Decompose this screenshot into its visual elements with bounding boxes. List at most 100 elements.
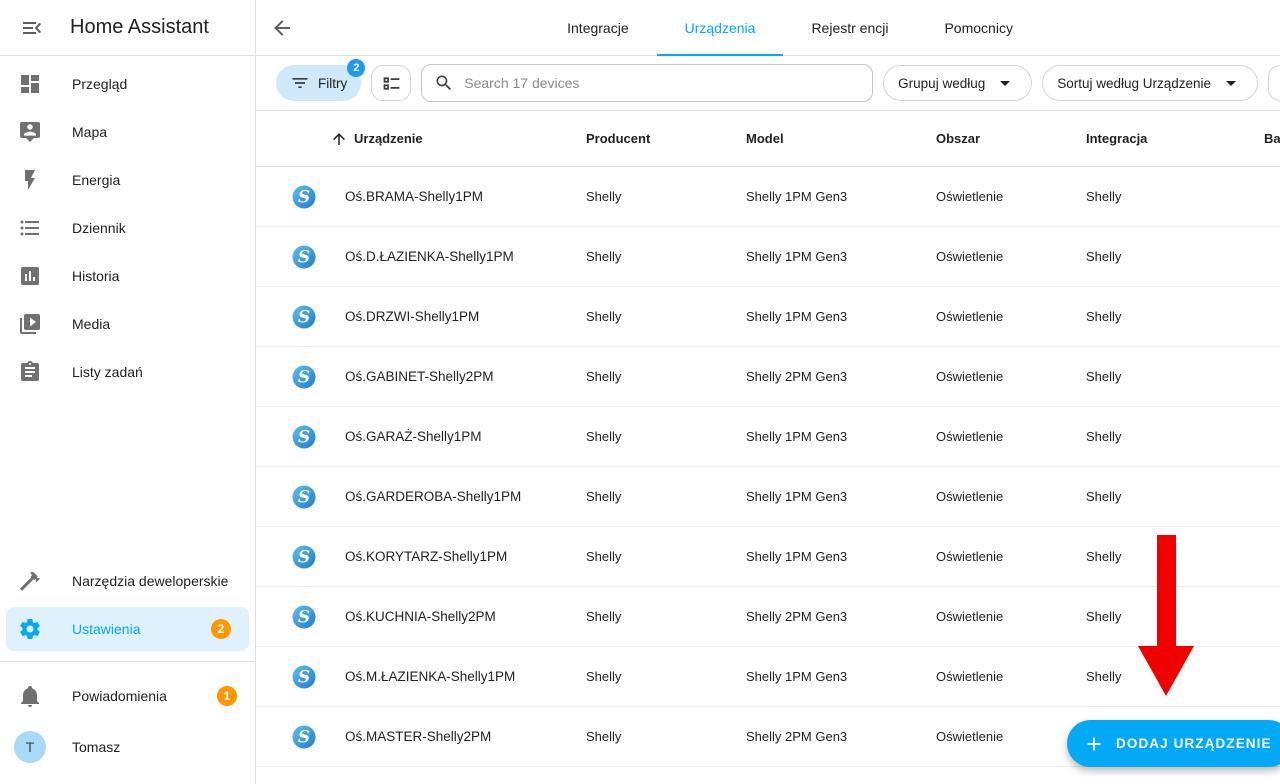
device-name: Oś.DRZWI-Shelly1PM <box>345 309 480 324</box>
device-area: Oświetlenie <box>936 609 1004 624</box>
sidebar-divider <box>0 661 255 662</box>
tab-label: Pomocnicy <box>944 20 1013 36</box>
map-person-icon <box>20 122 40 142</box>
bell-icon <box>21 686 39 707</box>
table-row[interactable]: S Oś.DRZWI-Shelly1PM Shelly Shelly 1PM Gen3… <box>256 287 1280 347</box>
column-header-integration[interactable]: Integracja <box>1086 131 1264 146</box>
table-settings-button[interactable] <box>1268 65 1280 101</box>
device-manufacturer: Shelly <box>586 729 622 744</box>
table-row[interactable]: S Oś.GABINET-Shelly2PM Shelly Shelly 2PM Ge… <box>256 347 1280 407</box>
filters-badge: 2 <box>347 59 366 77</box>
arrow-left-icon <box>274 19 290 36</box>
add-device-label: DODAJ URZĄDZENIE <box>1116 736 1272 751</box>
sidebar-item-przeglad[interactable]: Przegląd <box>0 60 255 108</box>
sidebar-item-energia[interactable]: Energia <box>0 156 255 204</box>
list-bulleted-icon <box>20 220 39 236</box>
device-model: Shelly 1PM Gen3 <box>746 189 848 204</box>
tab-rejestr-encji[interactable]: Rejestr encji <box>783 0 916 56</box>
topbar: Integracje Urządzenia Rejestr encji Pomocni… <box>256 0 1280 56</box>
column-header-manufacturer[interactable]: Producent <box>586 131 746 146</box>
media-play-icon <box>20 314 40 334</box>
sidebar-item-dziennik[interactable]: Dziennik <box>0 204 255 252</box>
gear-icon <box>20 619 40 639</box>
column-label: Obszar <box>936 131 981 146</box>
device-name: Oś.D.ŁAZIENKA-Shelly1PM <box>345 249 514 264</box>
sidebar-item-listy-zadan[interactable]: Listy zadań <box>0 348 255 396</box>
tab-label: Urządzenia <box>684 20 756 36</box>
device-icon-cell: S <box>290 483 345 511</box>
device-integration: Shelly <box>1086 489 1122 504</box>
device-manufacturer: Shelly <box>586 429 622 444</box>
table-row[interactable]: S Oś.KUCHNIA-Shelly2PM Shelly Shelly 2PM Ge… <box>256 587 1280 647</box>
back-button[interactable] <box>270 16 294 40</box>
sidebar-item-notifications[interactable]: Powiadomienia 1 <box>0 672 255 720</box>
sidebar-item-label: Historia <box>72 268 120 284</box>
shelly-logo-icon: S <box>292 425 316 448</box>
svg-text:S: S <box>298 487 310 507</box>
device-icon-cell: S <box>290 183 345 211</box>
sidebar-toggle-button[interactable] <box>18 14 46 42</box>
hammer-icon <box>20 571 40 591</box>
device-manufacturer: Shelly <box>586 189 622 204</box>
sidebar-item-profile[interactable]: T Tomasz <box>0 720 255 774</box>
device-manufacturer: Shelly <box>586 249 622 264</box>
main-content: Integracje Urządzenia Rejestr encji Pomocni… <box>256 0 1280 784</box>
device-icon-cell: S <box>290 303 345 331</box>
svg-text:S: S <box>298 667 310 687</box>
table-row[interactable]: S Oś.M.ŁAZIENKA-Shelly1PM Shelly Shelly 1PM… <box>256 647 1280 707</box>
table-row[interactable]: S Oś.BRAMA-Shelly1PM Shelly Shelly 1PM Gen3… <box>256 167 1280 227</box>
toolbar: Filtry 2 Grupuj według Sortuj według Urz… <box>256 56 1280 111</box>
tab-bar: Integracje Urządzenia Rejestr encji Pomocni… <box>256 0 1280 56</box>
device-integration: Shelly <box>1086 429 1122 444</box>
sidebar: Home Assistant Przegląd Mapa Energia Dzienn… <box>0 0 256 784</box>
search-icon <box>436 75 452 91</box>
device-table: S Oś.BRAMA-Shelly1PM Shelly Shelly 1PM Gen3… <box>256 167 1280 784</box>
user-name: Tomasz <box>72 739 121 755</box>
tab-label: Integracje <box>567 20 629 36</box>
sidebar-item-label: Listy zadań <box>72 364 143 380</box>
device-area: Oświetlenie <box>936 189 1004 204</box>
sidebar-item-dev-tools[interactable]: Narzędzia deweloperskie <box>0 557 255 605</box>
column-header-device[interactable]: Urządzenie <box>290 130 586 148</box>
sidebar-item-settings[interactable]: Ustawienia 2 <box>6 607 249 651</box>
device-area: Oświetlenie <box>936 669 1004 684</box>
sidebar-item-label: Narzędzia deweloperskie <box>72 573 229 589</box>
table-row[interactable]: S Oś.KORYTARZ-Shelly1PM Shelly Shelly 1PM G… <box>256 527 1280 587</box>
column-header-battery[interactable]: Bateria <box>1264 131 1280 146</box>
sidebar-item-label: Dziennik <box>72 220 126 236</box>
clipboard-list-icon <box>21 361 39 381</box>
device-battery: – <box>1264 429 1280 444</box>
sort-by-dropdown[interactable]: Sortuj według Urządzenie <box>1042 65 1259 101</box>
show-disabled-toggle-button[interactable] <box>371 65 412 101</box>
device-name: Oś.GABINET-Shelly2PM <box>345 369 494 384</box>
column-header-area[interactable]: Obszar <box>936 131 1086 146</box>
table-row[interactable]: S Oś.D.ŁAZIENKA-Shelly1PM Shelly Shelly 1PM… <box>256 227 1280 287</box>
device-area: Oświetlenie <box>936 429 1004 444</box>
column-header-model[interactable]: Model <box>746 131 936 146</box>
sidebar-item-mapa[interactable]: Mapa <box>0 108 255 156</box>
device-manufacturer: Shelly <box>586 549 622 564</box>
table-row[interactable]: S Oś.GARAŻ-Shelly1PM Shelly Shelly 1PM Gen3… <box>256 407 1280 467</box>
sidebar-item-media[interactable]: Media <box>0 300 255 348</box>
device-manufacturer: Shelly <box>586 669 622 684</box>
svg-text:S: S <box>298 247 310 267</box>
filters-button[interactable]: Filtry 2 <box>276 59 366 101</box>
lightning-bolt-icon <box>25 170 35 190</box>
device-battery: – <box>1264 249 1280 264</box>
device-integration: Shelly <box>1086 189 1122 204</box>
table-row[interactable]: S Oś.GARDEROBA-Shelly1PM Shelly Shelly 1PM … <box>256 467 1280 527</box>
tab-pomocnicy[interactable]: Pomocnicy <box>916 0 1040 56</box>
svg-text:S: S <box>298 607 310 627</box>
group-by-dropdown[interactable]: Grupuj według <box>883 65 1033 101</box>
device-model: Shelly 1PM Gen3 <box>746 429 848 444</box>
tab-urzadzenia[interactable]: Urządzenia <box>656 0 784 56</box>
sidebar-item-historia[interactable]: Historia <box>0 252 255 300</box>
device-icon-cell: S <box>290 663 345 691</box>
shelly-logo-icon: S <box>292 305 316 328</box>
svg-text:S: S <box>298 307 310 327</box>
device-integration: Shelly <box>1086 309 1122 324</box>
search-input[interactable] <box>464 75 861 91</box>
tab-integracje[interactable]: Integracje <box>539 0 656 56</box>
device-name: Oś.MASTER-Shelly2PM <box>345 729 492 744</box>
add-device-button[interactable]: DODAJ URZĄDZENIE <box>1067 720 1280 767</box>
